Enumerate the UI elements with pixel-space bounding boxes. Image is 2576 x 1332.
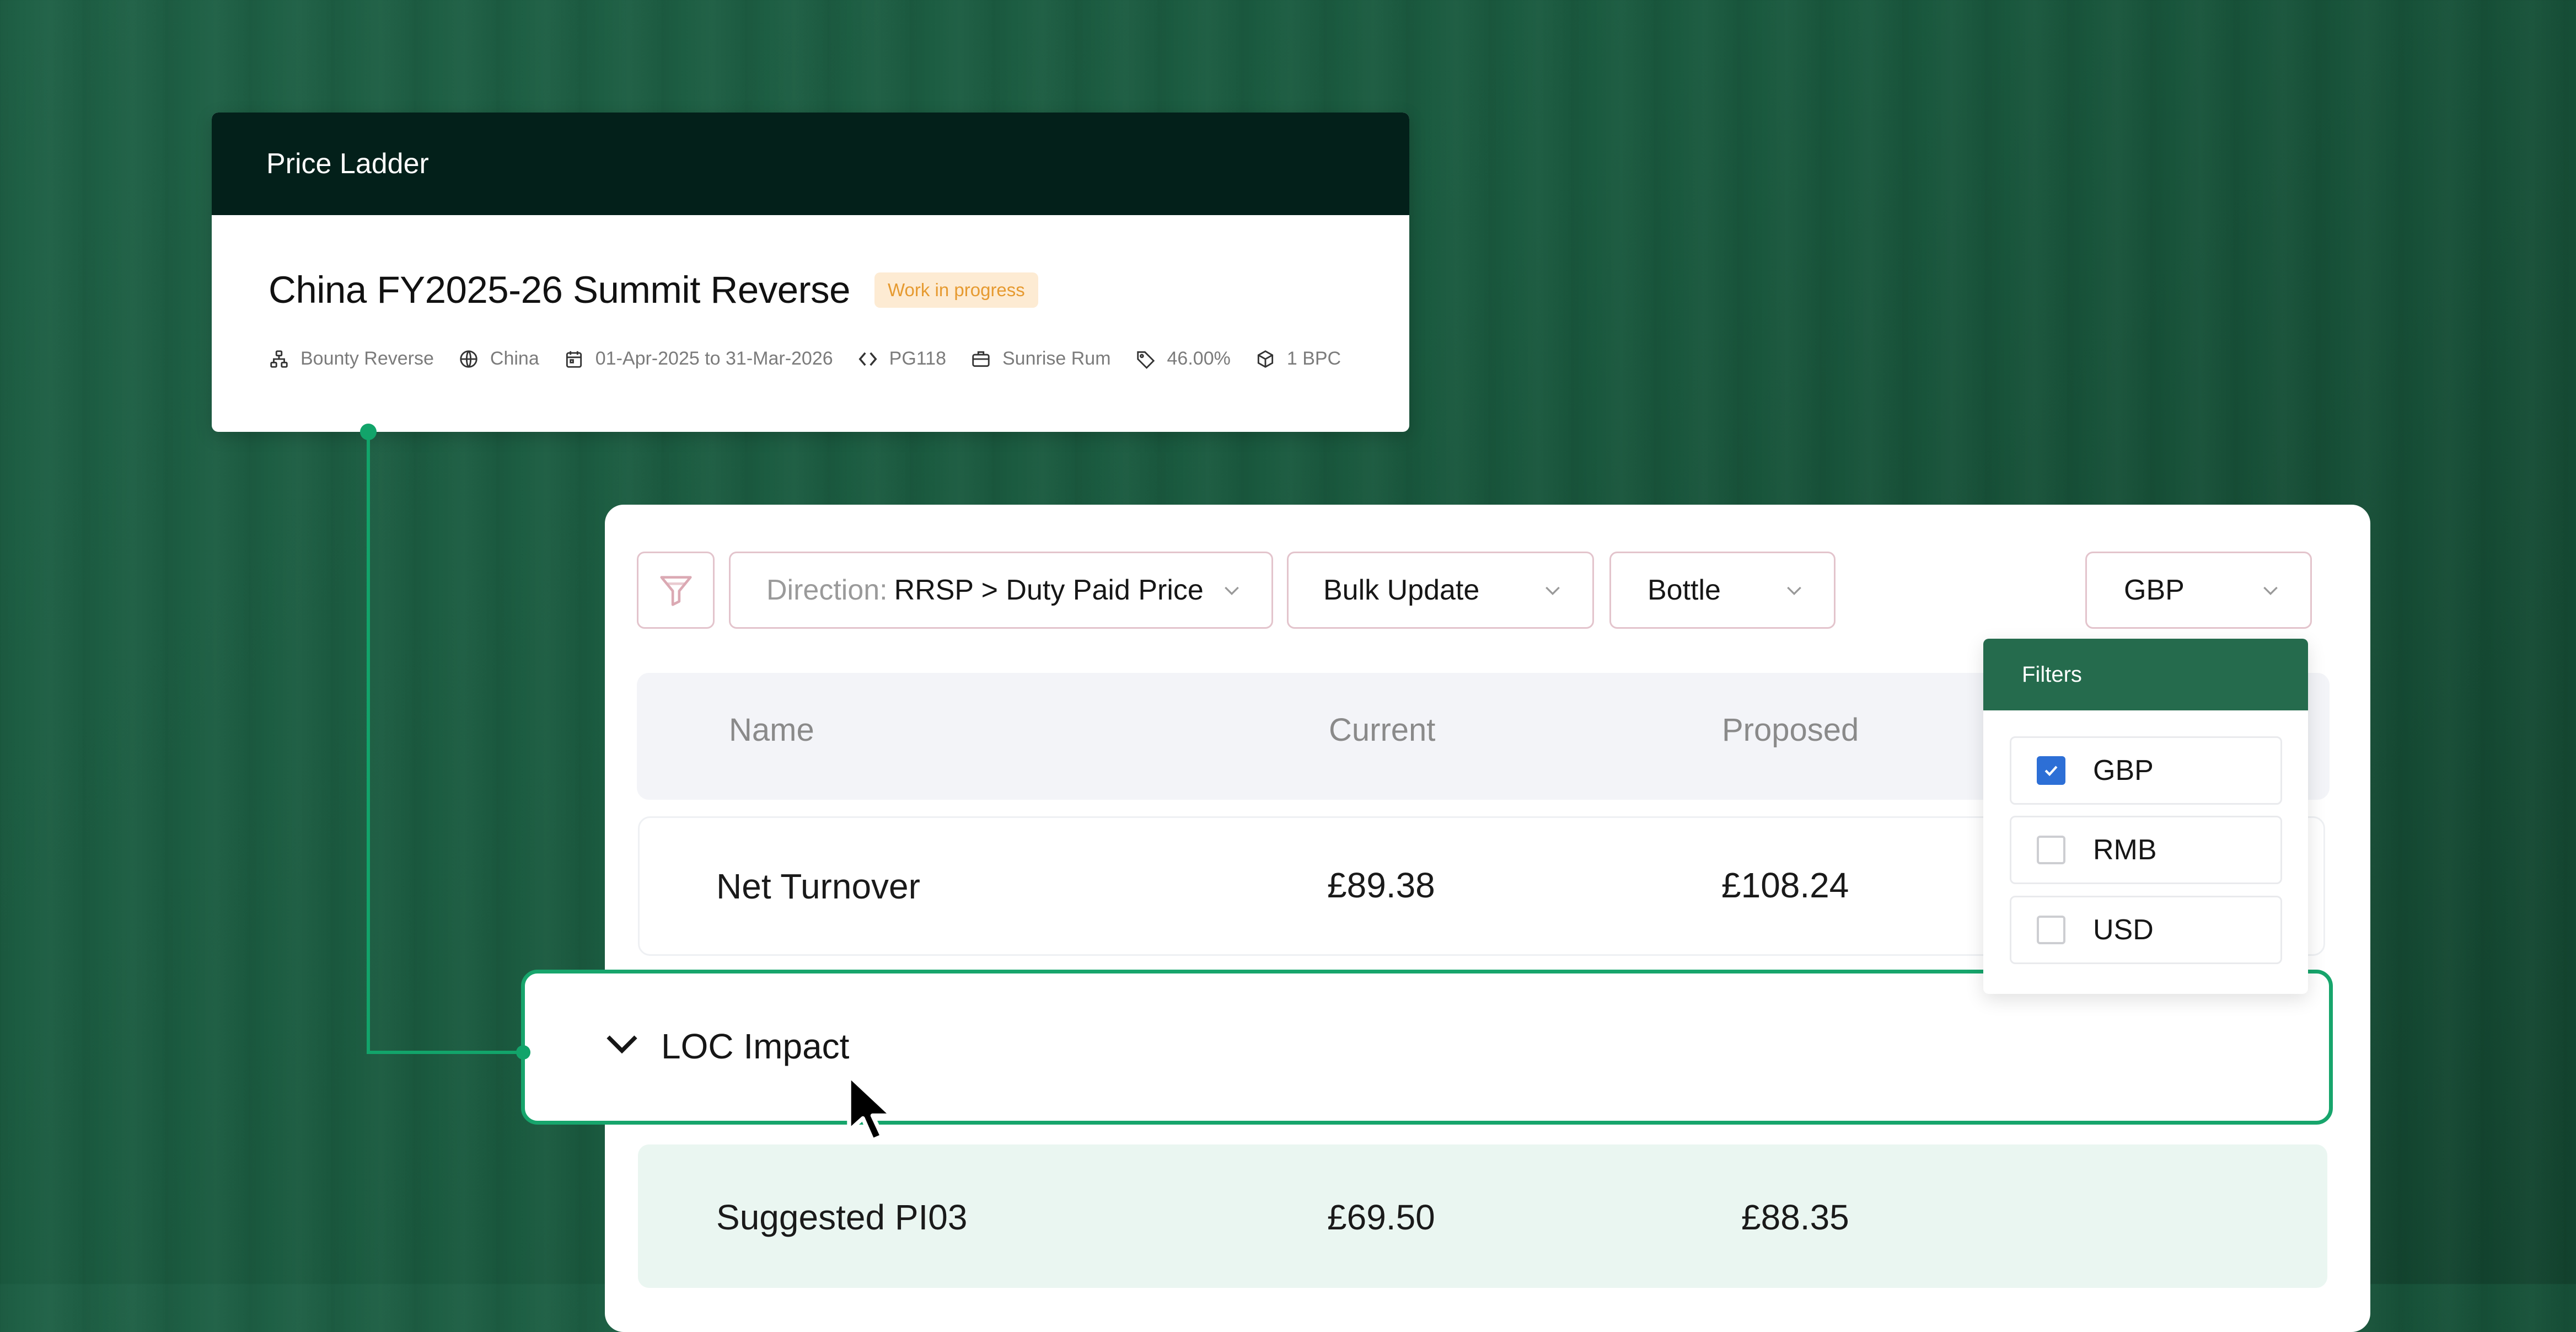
row-proposed: £108.24: [1721, 865, 1849, 905]
status-badge: Work in progress: [874, 272, 1038, 308]
unit-label: Bottle: [1647, 574, 1721, 606]
currency-dropdown[interactable]: GBP: [2085, 552, 2312, 629]
filters-title: Filters: [2022, 662, 2082, 687]
chevron-down-icon: [1225, 586, 1239, 596]
checkbox-unchecked[interactable]: [2037, 836, 2065, 864]
connector-line: [367, 1051, 527, 1054]
chevron-down-icon: [2263, 586, 2278, 596]
meta-text: Sunrise Rum: [1002, 348, 1111, 369]
meta-text: PG118: [889, 348, 946, 369]
meta-text: 1 BPC: [1286, 348, 1341, 369]
meta-item-abv: 46.00%: [1135, 348, 1231, 370]
connector-line: [367, 432, 370, 1054]
calendar-icon: [566, 351, 582, 368]
meta-item-product: Sunrise Rum: [970, 348, 1111, 370]
checkbox-checked[interactable]: [2037, 756, 2065, 785]
direction-dropdown[interactable]: Direction: RRSP > Duty Paid Price: [729, 552, 1273, 629]
filters-header: Filters: [1983, 639, 2308, 710]
bulk-update-label: Bulk Update: [1323, 574, 1480, 606]
meta-text: Bounty Reverse: [300, 348, 434, 369]
code-icon: [858, 352, 877, 366]
funnel-icon: [659, 576, 692, 606]
filter-option-rmb[interactable]: RMB: [2010, 816, 2282, 884]
row-current: £89.38: [1327, 865, 1435, 905]
row-proposed: £88.35: [1741, 1197, 1849, 1237]
chevron-down-icon: [1787, 586, 1801, 596]
row-name: Suggested PI03: [716, 1197, 968, 1237]
column-header-current: Current: [1329, 712, 1436, 748]
filter-option-label: USD: [2093, 914, 2154, 946]
loc-impact-label: LOC Impact: [661, 1026, 850, 1066]
meta-item-pack: 1 BPC: [1255, 348, 1341, 370]
tag-icon: [1136, 351, 1155, 369]
direction-label: Direction:: [766, 574, 888, 606]
globe-icon: [460, 350, 477, 368]
row-name: Net Turnover: [716, 866, 920, 906]
column-header-name: Name: [729, 712, 814, 748]
filter-option-label: GBP: [2093, 755, 2154, 787]
meta-item-brand: Bounty Reverse: [269, 348, 434, 370]
column-header-proposed: Proposed: [1722, 712, 1859, 748]
meta-item-period: 01-Apr-2025 to 31-Mar-2026: [564, 348, 833, 370]
checkbox-unchecked[interactable]: [2037, 916, 2065, 944]
meta-text: 46.00%: [1167, 348, 1231, 369]
bulk-update-dropdown[interactable]: Bulk Update: [1287, 552, 1594, 629]
meta-text: China: [490, 348, 539, 369]
currency-label: GBP: [2124, 574, 2185, 606]
mouse-cursor-icon: [847, 1073, 894, 1143]
briefcase-icon: [972, 351, 990, 367]
price-ladder-header-title: Price Ladder: [266, 148, 429, 180]
chevron-down-icon[interactable]: [603, 1031, 641, 1059]
filter-option-label: RMB: [2093, 834, 2157, 866]
filter-button[interactable]: [637, 552, 715, 629]
filter-option-usd[interactable]: USD: [2010, 896, 2282, 964]
price-ladder-header: Price Ladder: [212, 113, 1409, 215]
chevron-down-icon: [1545, 586, 1560, 596]
box-icon: [1257, 350, 1273, 368]
filter-option-gbp[interactable]: GBP: [2010, 736, 2282, 805]
row-current: £69.50: [1327, 1197, 1435, 1237]
price-ladder-title: China FY2025-26 Summit Reverse: [269, 269, 850, 311]
meta-text: 01-Apr-2025 to 31-Mar-2026: [595, 348, 833, 369]
direction-value: RRSP > Duty Paid Price: [894, 574, 1204, 606]
meta-item-code: PG118: [857, 348, 946, 370]
unit-dropdown[interactable]: Bottle: [1609, 552, 1836, 629]
meta-item-country: China: [458, 348, 539, 370]
meta-row: Bounty Reverse China 01-Apr-2025 to 31-M…: [269, 348, 1409, 370]
check-icon: [2044, 766, 2058, 777]
hierarchy-icon: [270, 350, 288, 368]
connector-dot-bottom: [516, 1045, 530, 1060]
price-ladder-card: Price Ladder China FY2025-26 Summit Reve…: [212, 113, 1409, 432]
